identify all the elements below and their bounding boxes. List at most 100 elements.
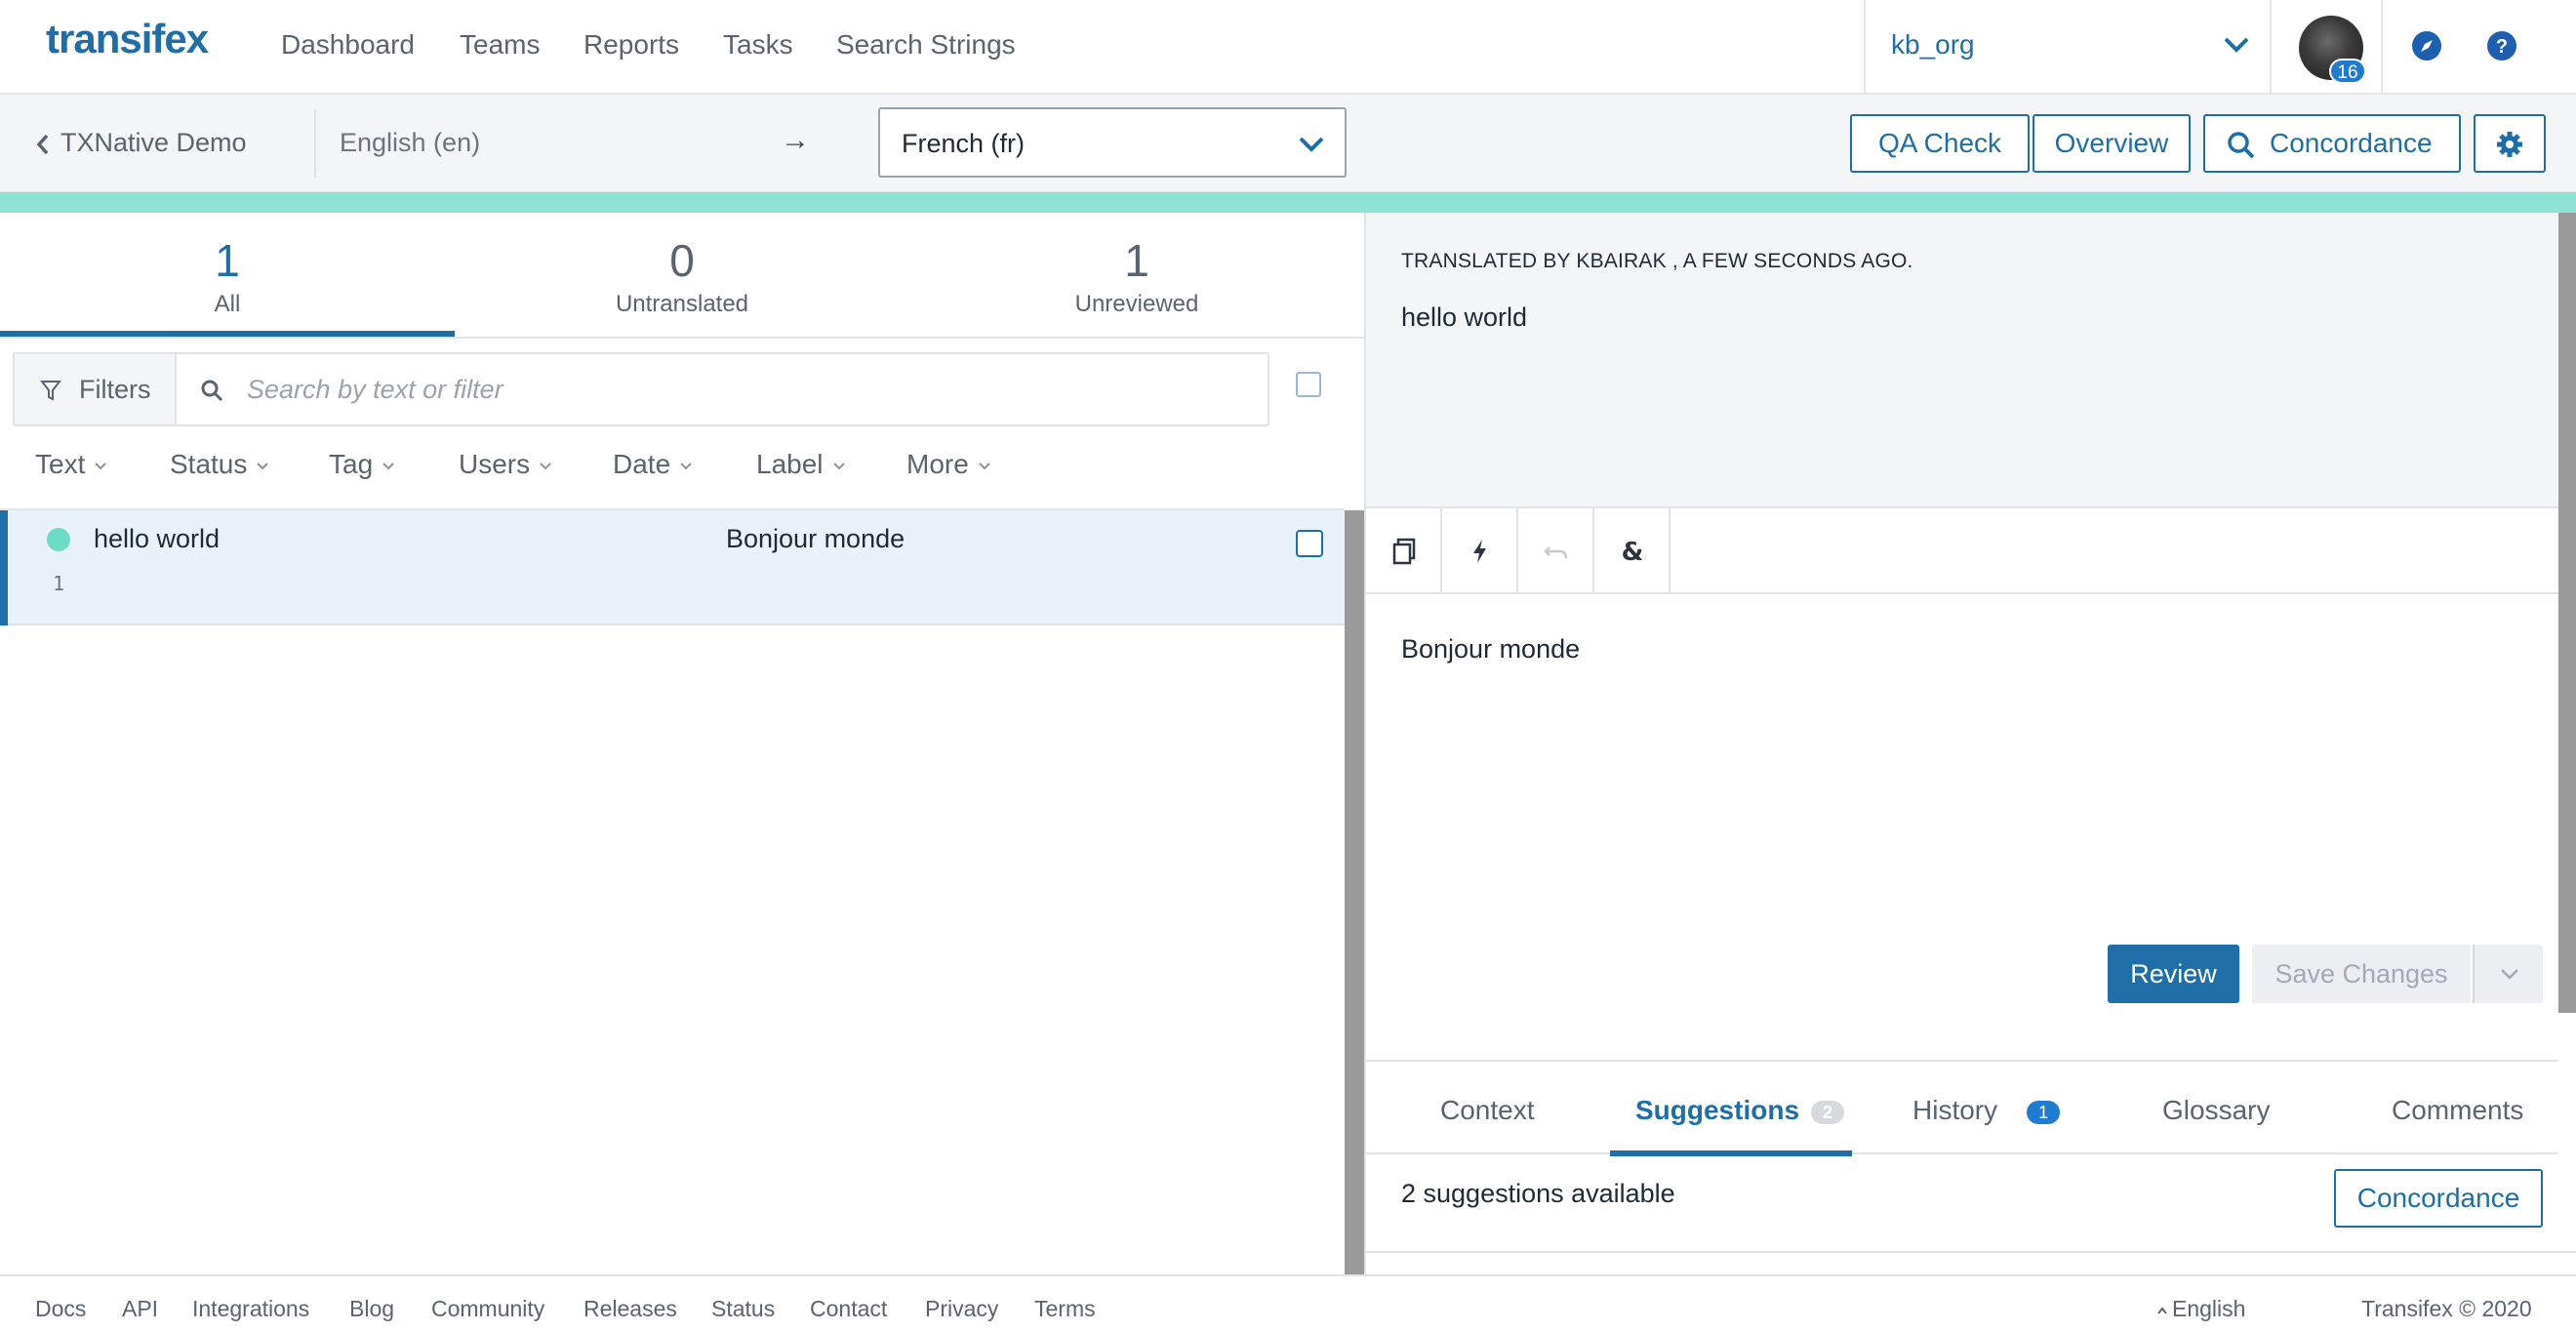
scrollbar[interactable] xyxy=(2558,213,2576,1013)
footer-contact[interactable]: Contact xyxy=(810,1296,887,1322)
stat-all-label: All xyxy=(214,291,241,317)
footer-language-label: English xyxy=(2172,1296,2246,1321)
search-input[interactable] xyxy=(247,364,1223,415)
select-all-checkbox[interactable] xyxy=(1296,372,1321,397)
chevron-down-icon xyxy=(979,462,990,470)
compass-icon[interactable] xyxy=(2410,29,2443,62)
tab-glossary[interactable]: Glossary xyxy=(2162,1095,2270,1126)
top-navbar: transifex Dashboard Teams Reports Tasks … xyxy=(0,0,2576,95)
tab-history[interactable]: History 1 xyxy=(1912,1095,2061,1126)
auto-translate-button[interactable] xyxy=(1442,508,1518,592)
footer-api[interactable]: API xyxy=(122,1296,158,1322)
active-tab-indicator xyxy=(1610,1150,1852,1156)
back-to-project[interactable]: TXNative Demo xyxy=(35,128,247,158)
nav-search-strings[interactable]: Search Strings xyxy=(836,29,1016,60)
review-button[interactable]: Review xyxy=(2108,945,2239,1003)
settings-button[interactable] xyxy=(2474,114,2546,173)
suggestions-count-badge: 2 xyxy=(1811,1100,1845,1124)
footer-docs[interactable]: Docs xyxy=(35,1296,86,1322)
transifex-logo[interactable]: transifex xyxy=(46,16,209,62)
footer-status[interactable]: Status xyxy=(711,1296,775,1322)
help-icon[interactable]: ? xyxy=(2485,29,2518,62)
arrow-right-icon: → xyxy=(781,124,810,156)
translation-editor[interactable]: Bonjour monde xyxy=(1401,634,1580,665)
footer-language-selector[interactable]: English xyxy=(2156,1296,2245,1322)
special-characters-button[interactable]: & xyxy=(1594,508,1670,592)
footer-integrations[interactable]: Integrations xyxy=(192,1296,309,1322)
search-icon xyxy=(2228,132,2255,159)
facet-users[interactable]: Users xyxy=(459,449,551,480)
string-list-panel: 1 All 0 Untranslated 1 Unreviewed Filter… xyxy=(0,213,1364,1274)
footer-community[interactable]: Community xyxy=(431,1296,544,1322)
footer-terms[interactable]: Terms xyxy=(1034,1296,1096,1322)
row-checkbox[interactable] xyxy=(1296,530,1323,557)
chevron-down-icon xyxy=(1299,137,1324,152)
chevron-left-icon xyxy=(36,134,49,155)
chevron-down-icon xyxy=(2501,969,2518,980)
concordance-search-button[interactable]: Concordance xyxy=(2334,1169,2543,1228)
divider xyxy=(1366,1251,2576,1253)
org-name: kb_org xyxy=(1891,29,1975,60)
tab-history-label: History xyxy=(1912,1095,1998,1125)
footer-releases[interactable]: Releases xyxy=(584,1296,677,1322)
copy-icon xyxy=(1392,538,1416,565)
facet-label[interactable]: Label xyxy=(756,449,845,480)
editor-toolbar: TXNative Demo English (en) → French (fr)… xyxy=(0,95,2576,192)
undo-button[interactable] xyxy=(1518,508,1594,592)
stat-all-count: 1 xyxy=(215,235,240,286)
target-language-value: French (fr) xyxy=(902,129,1026,158)
row-index: 1 xyxy=(53,572,65,595)
tab-context[interactable]: Context xyxy=(1440,1095,1535,1126)
facet-more[interactable]: More xyxy=(906,449,990,480)
save-changes-button[interactable]: Save Changes xyxy=(2252,945,2471,1003)
chevron-down-icon xyxy=(257,462,269,470)
tab-comments[interactable]: Comments xyxy=(2392,1095,2523,1126)
funnel-icon xyxy=(40,381,61,401)
facet-text[interactable]: Text xyxy=(35,449,107,480)
footer-privacy[interactable]: Privacy xyxy=(925,1296,998,1322)
divider xyxy=(314,109,316,178)
search-icon xyxy=(201,380,223,402)
target-language-select[interactable]: French (fr) xyxy=(878,107,1347,178)
tab-suggestions[interactable]: Suggestions 2 xyxy=(1635,1095,1845,1126)
editor-tabs: Context Suggestions 2 History 1 Glossary C… xyxy=(1366,1060,2558,1156)
stat-unreviewed[interactable]: 1 Unreviewed xyxy=(909,213,1364,338)
overview-button[interactable]: Overview xyxy=(2033,114,2191,173)
editor-panel: TRANSLATED BY KBAIRAK , A FEW SECONDS AG… xyxy=(1364,213,2576,1274)
nav-teams[interactable]: Teams xyxy=(460,29,540,60)
status-dot xyxy=(47,528,70,551)
stat-unreviewed-count: 1 xyxy=(1124,235,1149,286)
stat-unreviewed-label: Unreviewed xyxy=(1074,291,1199,317)
source-string: hello world xyxy=(1401,302,1528,332)
org-switcher[interactable]: kb_org xyxy=(1864,0,2272,95)
string-row[interactable]: hello world Bonjour monde 1 xyxy=(0,510,1345,625)
facet-tag[interactable]: Tag xyxy=(329,449,394,480)
nav-reports[interactable]: Reports xyxy=(584,29,679,60)
qa-check-button[interactable]: QA Check xyxy=(1850,114,2030,173)
notification-badge: 16 xyxy=(2329,59,2366,84)
stat-all[interactable]: 1 All xyxy=(0,213,455,338)
chevron-up-icon xyxy=(2157,1307,2167,1314)
concordance-button[interactable]: Concordance xyxy=(2203,114,2461,173)
project-name: TXNative Demo xyxy=(60,128,247,157)
facet-date[interactable]: Date xyxy=(613,449,692,480)
facet-label: Users xyxy=(459,449,531,479)
nav-dashboard[interactable]: Dashboard xyxy=(281,29,415,60)
filters-label: Filters xyxy=(79,375,151,404)
facet-label: Tag xyxy=(329,449,374,479)
save-options-dropdown[interactable] xyxy=(2473,945,2543,1003)
facet-label: Text xyxy=(35,449,86,479)
selected-indicator xyxy=(0,510,8,625)
filters-button[interactable]: Filters xyxy=(15,354,177,424)
editor-tools: & xyxy=(1366,508,2558,594)
footer-blog[interactable]: Blog xyxy=(349,1296,394,1322)
suggestions-summary: 2 suggestions available xyxy=(1401,1179,1675,1208)
ampersand-icon: & xyxy=(1622,538,1644,565)
scrollbar[interactable] xyxy=(1345,510,1364,1274)
stat-untranslated[interactable]: 0 Untranslated xyxy=(455,213,909,338)
translation-meta: TRANSLATED BY KBAIRAK , A FEW SECONDS AG… xyxy=(1401,250,1913,272)
facet-status[interactable]: Status xyxy=(170,449,269,480)
nav-tasks[interactable]: Tasks xyxy=(723,29,793,60)
lightning-icon xyxy=(1473,540,1486,563)
copy-source-button[interactable] xyxy=(1366,508,1442,592)
